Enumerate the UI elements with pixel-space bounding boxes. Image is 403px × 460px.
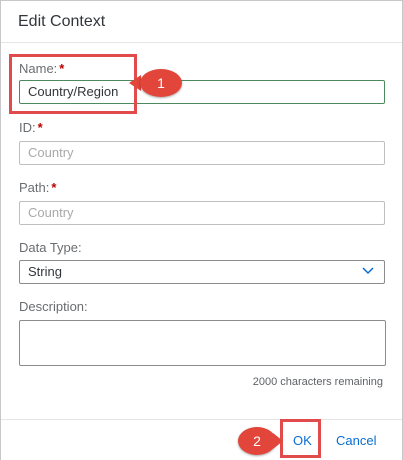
- id-label-text: ID:: [19, 120, 36, 135]
- description-char-counter: 2000 characters remaining: [252, 376, 383, 388]
- callout-2-number: 2: [253, 433, 261, 449]
- description-label: Description:: [19, 299, 88, 314]
- data-type-label-text: Data Type:: [19, 240, 82, 255]
- callout-1-badge: 1: [140, 69, 182, 97]
- id-label: ID: *: [19, 120, 43, 135]
- callout-2-tail: [273, 433, 283, 449]
- data-type-select[interactable]: String: [19, 260, 385, 284]
- path-required-mark: *: [51, 180, 57, 195]
- chevron-down-icon[interactable]: [362, 267, 374, 275]
- data-type-value: String: [28, 264, 62, 279]
- path-input[interactable]: Country: [19, 201, 385, 225]
- path-input-placeholder: Country: [28, 205, 74, 220]
- description-textarea[interactable]: [19, 320, 386, 366]
- path-label: Path: *: [19, 180, 56, 195]
- id-input[interactable]: Country: [19, 141, 385, 165]
- callout-2-badge: 2: [238, 427, 276, 455]
- highlight-box-name-field: [9, 54, 137, 114]
- highlight-box-ok-button: [280, 419, 321, 458]
- id-required-mark: *: [37, 120, 43, 135]
- dialog-title: Edit Context: [18, 13, 106, 30]
- description-label-text: Description:: [19, 299, 88, 314]
- dialog-header: Edit Context: [1, 1, 402, 43]
- path-label-text: Path:: [19, 180, 50, 195]
- id-input-placeholder: Country: [28, 145, 74, 160]
- data-type-label: Data Type:: [19, 240, 82, 255]
- cancel-button[interactable]: Cancel: [336, 431, 376, 451]
- callout-1-number: 1: [157, 75, 165, 91]
